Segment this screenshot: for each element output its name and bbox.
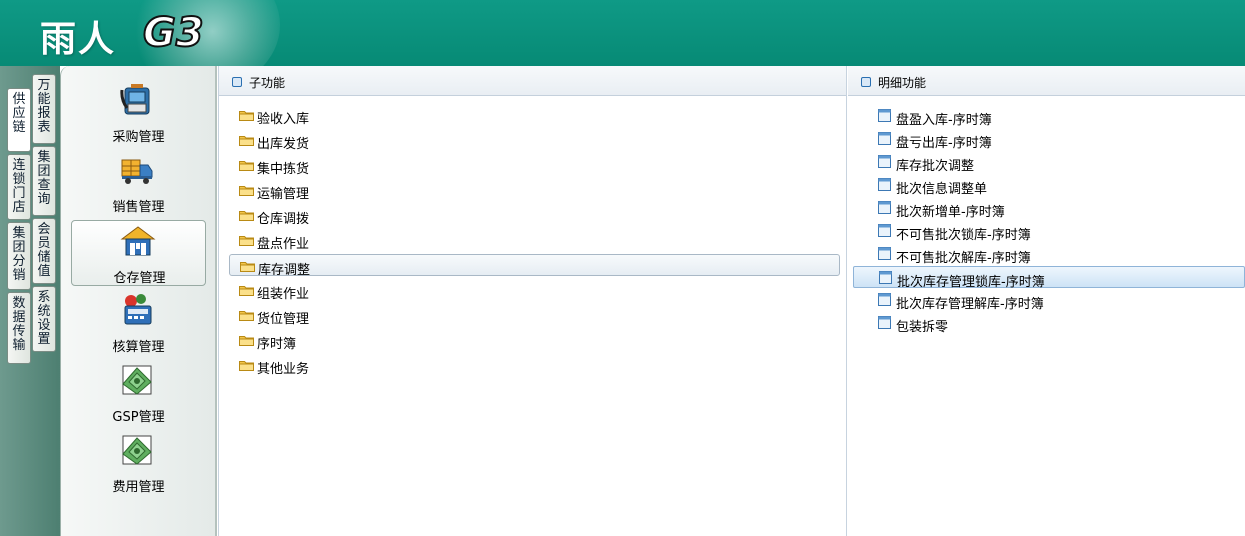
module-panel: 采购管理 销售管理 仓存管理 核算管理 GSP管理 费用管理 xyxy=(60,66,217,536)
document-icon xyxy=(878,316,891,329)
detail-function-label: 盘盈入库-序时簿 xyxy=(896,113,992,128)
tab-supply-chain[interactable]: 供应链 xyxy=(7,88,31,152)
detail-function-item[interactable]: 库存批次调整 xyxy=(868,151,1168,174)
sub-function-item[interactable]: 集中拣货 xyxy=(229,154,840,177)
document-icon xyxy=(878,155,891,168)
document-icon xyxy=(878,293,891,306)
detail-function-item[interactable]: 批次信息调整单 xyxy=(868,174,1168,197)
phone-icon xyxy=(120,84,150,115)
folder-icon xyxy=(239,136,254,146)
folder-icon xyxy=(239,361,254,371)
sub-function-item[interactable]: 运输管理 xyxy=(229,179,840,202)
folder-icon xyxy=(239,311,254,321)
module-purchase[interactable]: 采购管理 xyxy=(71,80,206,146)
vertical-tab-strip: 供应链 万能报表 连锁门店 集团查询 集团分销 会员储值 数据传输 系统设置 xyxy=(0,66,60,536)
sub-function-label: 货位管理 xyxy=(257,312,310,327)
detail-function-label: 库存批次调整 xyxy=(896,159,975,174)
logo-text: 雨人 xyxy=(40,19,117,60)
tab-system-settings[interactable]: 系统设置 xyxy=(32,286,56,352)
document-icon xyxy=(878,201,891,214)
folder-icon xyxy=(239,236,254,246)
sub-function-label: 盘点作业 xyxy=(257,237,310,252)
detail-function-header: 明细功能 xyxy=(848,66,1245,96)
sub-function-item[interactable]: 序时簿 xyxy=(229,329,840,352)
sub-function-panel: 子功能 验收入库出库发货集中拣货运输管理仓库调拨盘点作业库存调整组装作业货位管理… xyxy=(218,66,847,536)
detail-function-label: 批次新增单-序时簿 xyxy=(896,205,1005,220)
detail-function-item[interactable]: 批次新增单-序时簿 xyxy=(868,197,1168,220)
document-icon xyxy=(878,109,891,122)
detail-function-panel: 明细功能 盘盈入库-序时簿 盘亏出库-序时簿 库存批次调整 批次信息调整单批次新增单-… xyxy=(848,66,1245,536)
detail-function-item[interactable]: 批次库存管理锁库-序时簿 xyxy=(853,266,1245,290)
detail-function-label: 包装拆零 xyxy=(896,320,949,335)
sub-function-item[interactable]: 盘点作业 xyxy=(229,229,840,252)
sub-function-label: 验收入库 xyxy=(257,112,310,127)
detail-function-item[interactable]: 不可售批次锁库-序时簿 xyxy=(868,220,1168,243)
sub-function-label: 集中拣货 xyxy=(257,162,310,177)
tab-member-stored-value[interactable]: 会员储值 xyxy=(32,218,56,284)
document-icon xyxy=(879,271,892,284)
square-bullet-icon xyxy=(232,77,242,87)
detail-function-item[interactable]: 包装拆零 xyxy=(868,312,1168,335)
module-inventory[interactable]: 仓存管理 xyxy=(71,220,206,286)
sub-function-label: 组装作业 xyxy=(257,287,310,302)
module-sales[interactable]: 销售管理 xyxy=(71,150,206,216)
sub-function-item[interactable]: 其他业务 xyxy=(229,354,840,377)
detail-function-label: 不可售批次锁库-序时簿 xyxy=(896,228,1031,243)
detail-function-item[interactable]: 批次库存管理解库-序时簿 xyxy=(868,289,1168,312)
document-icon xyxy=(878,224,891,237)
sub-function-item[interactable]: 货位管理 xyxy=(229,304,840,327)
calculator-icon xyxy=(124,294,152,325)
folder-icon xyxy=(239,111,254,121)
logo-g3: G3 xyxy=(142,9,205,57)
folder-icon xyxy=(239,161,254,171)
module-expense[interactable]: 费用管理 xyxy=(71,430,206,496)
folder-icon xyxy=(239,211,254,221)
warehouse-icon xyxy=(120,226,156,256)
document-icon xyxy=(878,178,891,191)
tab-universal-reports[interactable]: 万能报表 xyxy=(32,74,56,144)
sub-function-label: 其他业务 xyxy=(257,362,310,377)
detail-function-label: 批次库存管理锁库-序时簿 xyxy=(897,275,1045,290)
sub-function-item[interactable]: 库存调整 xyxy=(229,254,840,278)
tab-group-query[interactable]: 集团查询 xyxy=(32,146,56,216)
document-icon xyxy=(878,247,891,260)
module-gsp[interactable]: GSP管理 xyxy=(71,360,206,426)
sub-function-item[interactable]: 仓库调拨 xyxy=(229,204,840,227)
truck-icon xyxy=(121,159,153,184)
detail-function-label: 批次信息调整单 xyxy=(896,182,988,197)
sub-function-item[interactable]: 验收入库 xyxy=(229,104,840,127)
panel-title: 明细功能 xyxy=(878,76,927,90)
module-accounting[interactable]: 核算管理 xyxy=(71,290,206,356)
app-header: 雨人 G3 xyxy=(0,0,1245,66)
sub-function-label: 仓库调拨 xyxy=(257,212,310,227)
money-icon xyxy=(122,365,152,395)
sub-function-label: 序时簿 xyxy=(257,337,297,352)
detail-function-label: 不可售批次解库-序时簿 xyxy=(896,251,1031,266)
panel-title: 子功能 xyxy=(249,76,286,90)
folder-icon xyxy=(240,262,255,272)
sub-function-label: 出库发货 xyxy=(257,137,310,152)
detail-function-item[interactable]: 不可售批次解库-序时簿 xyxy=(868,243,1168,266)
tab-data-transfer[interactable]: 数据传输 xyxy=(7,292,31,364)
detail-function-item[interactable]: 盘亏出库-序时簿 xyxy=(868,128,1168,151)
document-icon xyxy=(878,132,891,145)
sub-function-item[interactable]: 组装作业 xyxy=(229,279,840,302)
detail-function-label: 批次库存管理解库-序时簿 xyxy=(896,297,1044,312)
money-icon xyxy=(122,435,152,465)
sub-function-header: 子功能 xyxy=(219,66,846,96)
detail-function-label: 盘亏出库-序时簿 xyxy=(896,136,992,151)
folder-icon xyxy=(239,186,254,196)
sub-function-label: 运输管理 xyxy=(257,187,310,202)
sub-function-label: 库存调整 xyxy=(258,263,311,278)
folder-icon xyxy=(239,286,254,296)
tab-chain-stores[interactable]: 连锁门店 xyxy=(7,154,31,220)
detail-function-item[interactable]: 盘盈入库-序时簿 xyxy=(868,105,1168,128)
square-bullet-icon xyxy=(861,77,871,87)
sub-function-item[interactable]: 出库发货 xyxy=(229,129,840,152)
tab-group-distribution[interactable]: 集团分销 xyxy=(7,222,31,290)
folder-icon xyxy=(239,336,254,346)
